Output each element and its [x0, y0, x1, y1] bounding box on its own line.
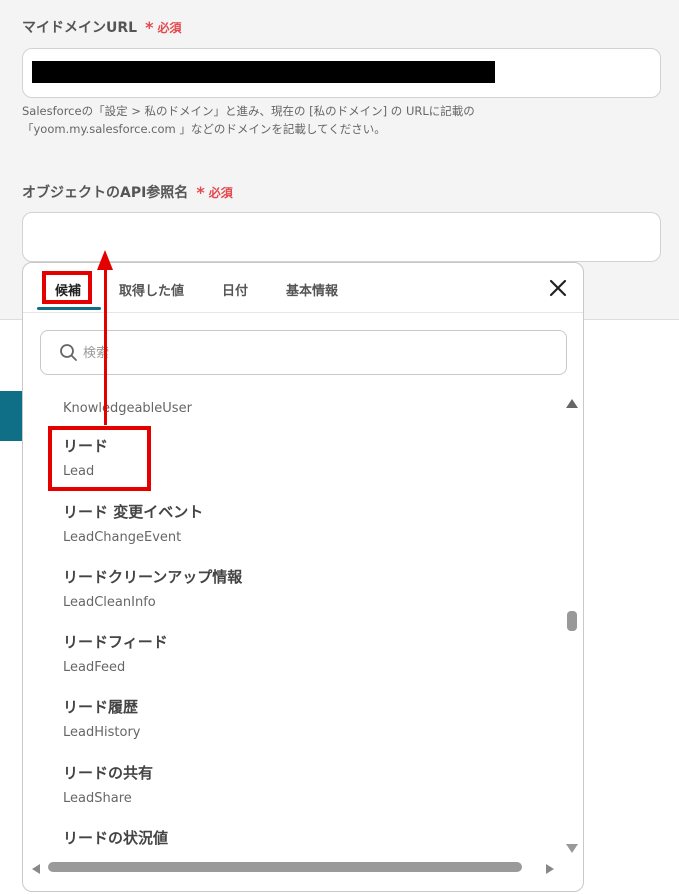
scroll-up-icon[interactable] [566, 399, 578, 408]
domain-url-input[interactable] [22, 48, 661, 98]
object-api-input[interactable] [22, 212, 661, 262]
list-item[interactable]: リード 変更イベント LeadChangeEvent [63, 501, 203, 545]
required-badge: 必須 [157, 20, 182, 35]
popup-tabs: 候補 取得した値 日付 基本情報 [23, 263, 583, 313]
annotation-box-tab [42, 271, 92, 304]
horizontal-scrollbar[interactable] [23, 859, 583, 879]
vertical-scroll-thumb[interactable] [567, 611, 577, 631]
domain-url-hint: Salesforceの「設定 > 私のドメイン」と進み、現在の [私のドメイン]… [22, 104, 475, 136]
tab-basic-info[interactable]: 基本情報 [286, 280, 338, 299]
list-item[interactable]: リード履歴 LeadHistory [63, 696, 140, 740]
annotation-arrow-line [104, 268, 107, 425]
object-api-label: オブジェクトのAPI参照名 * 必須 [22, 182, 233, 202]
vertical-scrollbar[interactable] [561, 389, 583, 859]
list-item[interactable]: リードクリーンアップ情報 LeadCleanInfo [63, 566, 242, 610]
close-icon[interactable] [549, 279, 567, 297]
list-item[interactable]: リードの状況値 [63, 827, 168, 856]
active-tab-indicator [37, 307, 101, 310]
search-box [40, 330, 567, 375]
list-item[interactable]: リードフィード LeadFeed [63, 631, 168, 675]
search-icon [60, 344, 77, 361]
annotation-arrow-head-icon [97, 250, 113, 270]
redacted-value [32, 61, 495, 83]
list-item-partial[interactable]: KnowledgeableUser [63, 401, 192, 416]
horizontal-scroll-thumb[interactable] [48, 862, 522, 872]
scroll-left-icon[interactable] [32, 864, 40, 874]
list-item[interactable]: リードの共有 LeadShare [63, 762, 153, 806]
tab-date[interactable]: 日付 [222, 280, 248, 299]
annotation-box-lead [48, 426, 151, 491]
scroll-right-icon[interactable] [546, 864, 554, 874]
scroll-down-icon[interactable] [566, 844, 578, 853]
search-input[interactable] [83, 341, 543, 365]
required-badge: 必須 [208, 185, 233, 200]
domain-url-label: マイドメインURL * 必須 [22, 17, 182, 37]
required-star: * [145, 17, 154, 37]
required-star: * [196, 182, 205, 202]
tab-acquired-values[interactable]: 取得した値 [119, 280, 184, 299]
